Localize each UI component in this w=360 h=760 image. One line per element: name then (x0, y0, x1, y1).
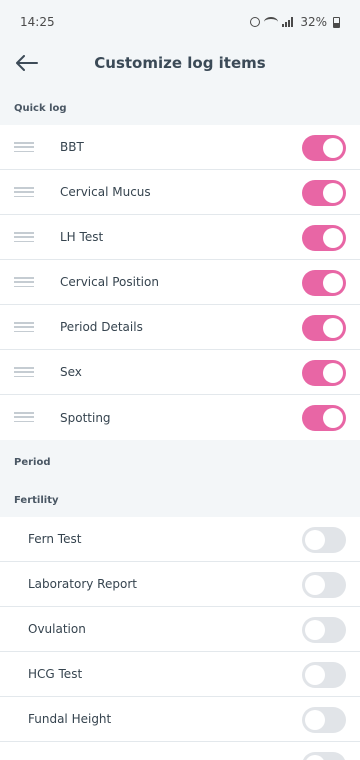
toggle-fundal-height[interactable] (302, 707, 346, 733)
wifi-icon (264, 17, 279, 27)
toggle-fern-test[interactable] (302, 527, 346, 553)
drag-handle-icon[interactable] (14, 412, 34, 422)
toggle-knob (323, 363, 343, 383)
log-item-label: Cervical Position (60, 275, 159, 289)
log-item-label: Period Details (60, 320, 143, 334)
log-item-row-item (0, 742, 360, 760)
log-item-row-bbt: BBT (0, 125, 360, 170)
arrow-left-icon (16, 55, 38, 71)
drag-handle-icon[interactable] (14, 322, 34, 332)
log-item-label: Sex (60, 365, 82, 379)
toggle-knob (305, 710, 325, 730)
section-fertility-label: Fertility (14, 495, 59, 506)
log-item-label: Laboratory Report (28, 577, 137, 591)
log-item-row-sex: Sex (0, 350, 360, 395)
toggle-cervical-mucus[interactable] (302, 180, 346, 206)
log-item-label: HCG Test (28, 667, 83, 681)
status-bar: 14:25 32% (0, 0, 360, 44)
toggle-laboratory-report[interactable] (302, 572, 346, 598)
toggle-knob (305, 575, 325, 595)
page-title: Customize log items (94, 54, 266, 72)
status-icons (250, 17, 294, 27)
drag-handle-icon[interactable] (14, 367, 34, 377)
quick-log-list: BBT Cervical Mucus LH Test Cervical Positio… (0, 125, 360, 440)
toggle-knob (323, 228, 343, 248)
toggle-knob (323, 318, 343, 338)
log-item-label: Cervical Mucus (60, 185, 151, 199)
toggle-knob (323, 183, 343, 203)
log-item-row-fundal-height: Fundal Height (0, 697, 360, 742)
signal-icon (282, 17, 294, 27)
log-item-row-spotting: Spotting (0, 395, 360, 440)
toggle-cervical-position[interactable] (302, 270, 346, 296)
toggle-knob (305, 620, 325, 640)
toggle-bbt[interactable] (302, 135, 346, 161)
section-quick-log-label: Quick log (14, 103, 67, 114)
log-item-row-hcg-test: HCG Test (0, 652, 360, 697)
log-item-label: Fern Test (28, 532, 82, 546)
toggle-knob (305, 665, 325, 685)
drag-handle-icon[interactable] (14, 277, 34, 287)
toggle-sex[interactable] (302, 360, 346, 386)
toggle-item[interactable] (302, 752, 346, 760)
log-item-row-period-details: Period Details (0, 305, 360, 350)
drag-handle-icon[interactable] (14, 187, 34, 197)
battery-percent: 32% (300, 15, 327, 29)
back-button[interactable] (12, 48, 42, 78)
status-right: 32% (250, 15, 340, 29)
toggle-knob (323, 138, 343, 158)
battery-icon (333, 16, 340, 28)
status-time: 14:25 (20, 15, 55, 29)
log-item-row-laboratory-report: Laboratory Report (0, 562, 360, 607)
toggle-ovulation[interactable] (302, 617, 346, 643)
log-item-label: LH Test (60, 230, 104, 244)
log-item-label: BBT (60, 140, 84, 154)
log-item-label: Fundal Height (28, 712, 112, 726)
log-item-label: Spotting (60, 410, 111, 425)
log-item-row-cervical-position: Cervical Position (0, 260, 360, 305)
toggle-knob (305, 530, 325, 550)
toggle-lh-test[interactable] (302, 225, 346, 251)
drag-handle-icon[interactable] (14, 232, 34, 242)
log-item-row-lh-test: LH Test (0, 215, 360, 260)
drag-handle-icon[interactable] (14, 142, 34, 152)
log-item-row-cervical-mucus: Cervical Mucus (0, 170, 360, 215)
app-header: Customize log items (0, 44, 360, 82)
alarm-icon (250, 17, 261, 27)
toggle-period-details[interactable] (302, 315, 346, 341)
log-item-row-ovulation: Ovulation (0, 607, 360, 652)
toggle-knob (305, 755, 325, 760)
section-period-label: Period (14, 457, 51, 468)
log-item-label: Ovulation (28, 622, 86, 636)
log-item-row-fern-test: Fern Test (0, 517, 360, 562)
fertility-list: Fern Test Laboratory Report Ovulation HCG T… (0, 517, 360, 760)
toggle-spotting[interactable] (302, 405, 346, 431)
toggle-hcg-test[interactable] (302, 662, 346, 688)
toggle-knob (323, 273, 343, 293)
toggle-knob (323, 408, 343, 428)
